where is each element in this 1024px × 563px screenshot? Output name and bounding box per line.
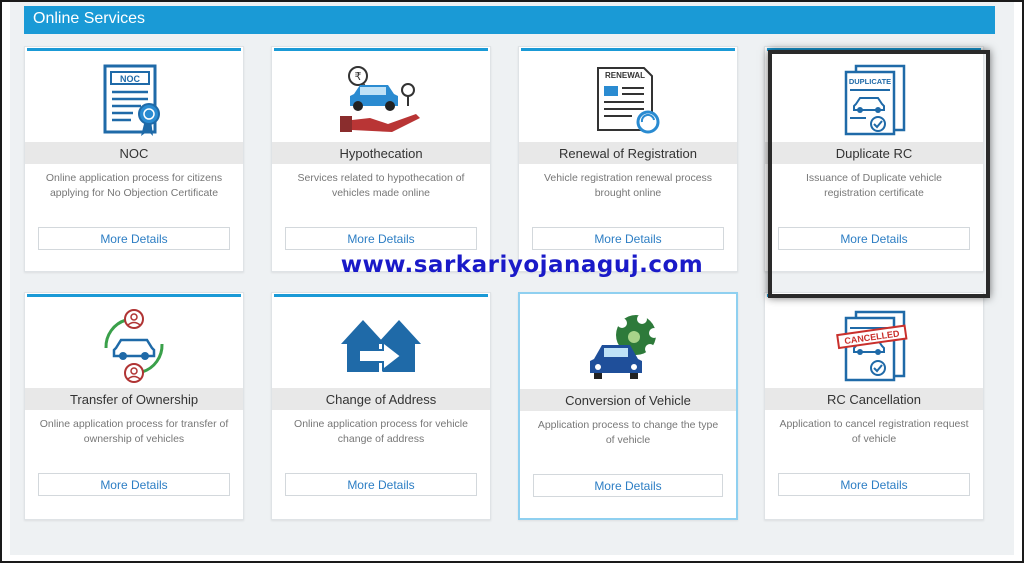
service-card-change-address: Change of Address Online application pro… xyxy=(271,292,491,520)
renewal-document-icon: RENEWAL xyxy=(519,61,737,139)
card-description: Online application process for transfer … xyxy=(39,418,229,445)
card-description: Application process to change the type o… xyxy=(537,419,719,446)
service-card-renewal: RENEWAL Renewal of Registration Vehicle … xyxy=(518,46,738,272)
more-details-button[interactable]: More Details xyxy=(38,227,230,250)
watermark-text: www.sarkariyojanaguj.com xyxy=(340,252,704,278)
svg-text:NOC: NOC xyxy=(120,74,141,84)
service-card-transfer-ownership: Transfer of Ownership Online application… xyxy=(24,292,244,520)
svg-text:₹: ₹ xyxy=(355,70,362,83)
section-header: Online Services xyxy=(24,6,995,34)
rc-cancellation-icon: CANCELLED xyxy=(765,307,983,385)
renewal-badge: RENEWAL xyxy=(605,71,645,80)
more-details-button[interactable]: More Details xyxy=(532,227,724,250)
card-title: Transfer of Ownership xyxy=(25,388,243,410)
change-address-icon xyxy=(272,307,490,385)
more-details-button[interactable]: More Details xyxy=(285,227,477,250)
service-card-rc-cancellation: CANCELLED RC Cancellation Application to… xyxy=(764,292,984,520)
card-title: Renewal of Registration xyxy=(519,142,737,164)
more-details-button[interactable]: More Details xyxy=(778,473,970,496)
card-description: Online application process for citizens … xyxy=(45,172,223,199)
card-description: Online application process for vehicle c… xyxy=(294,418,468,445)
car-hypothecation-icon: ₹ xyxy=(272,61,490,139)
service-card-noc: NOC NOC Online application process for c… xyxy=(24,46,244,272)
more-details-button[interactable]: More Details xyxy=(38,473,230,496)
service-card-hypothecation: ₹ Hypothecation Services related to hypo… xyxy=(271,46,491,272)
card-description: Vehicle registration renewal process bro… xyxy=(543,172,713,199)
more-details-button[interactable]: More Details xyxy=(533,474,723,497)
card-title: RC Cancellation xyxy=(765,388,983,410)
transfer-ownership-icon xyxy=(25,307,243,385)
card-title: Change of Address xyxy=(272,388,490,410)
card-title: Conversion of Vehicle xyxy=(520,389,736,411)
service-card-conversion: Conversion of Vehicle Application proces… xyxy=(518,292,738,520)
vehicle-conversion-icon xyxy=(520,308,736,386)
more-details-button[interactable]: More Details xyxy=(285,473,477,496)
noc-certificate-icon: NOC xyxy=(25,61,243,139)
card-title: Hypothecation xyxy=(272,142,490,164)
card-title: NOC xyxy=(25,142,243,164)
card-description: Services related to hypothecation of veh… xyxy=(297,172,465,199)
card-description: Application to cancel registration reque… xyxy=(779,418,969,445)
section-title: Online Services xyxy=(33,10,146,27)
